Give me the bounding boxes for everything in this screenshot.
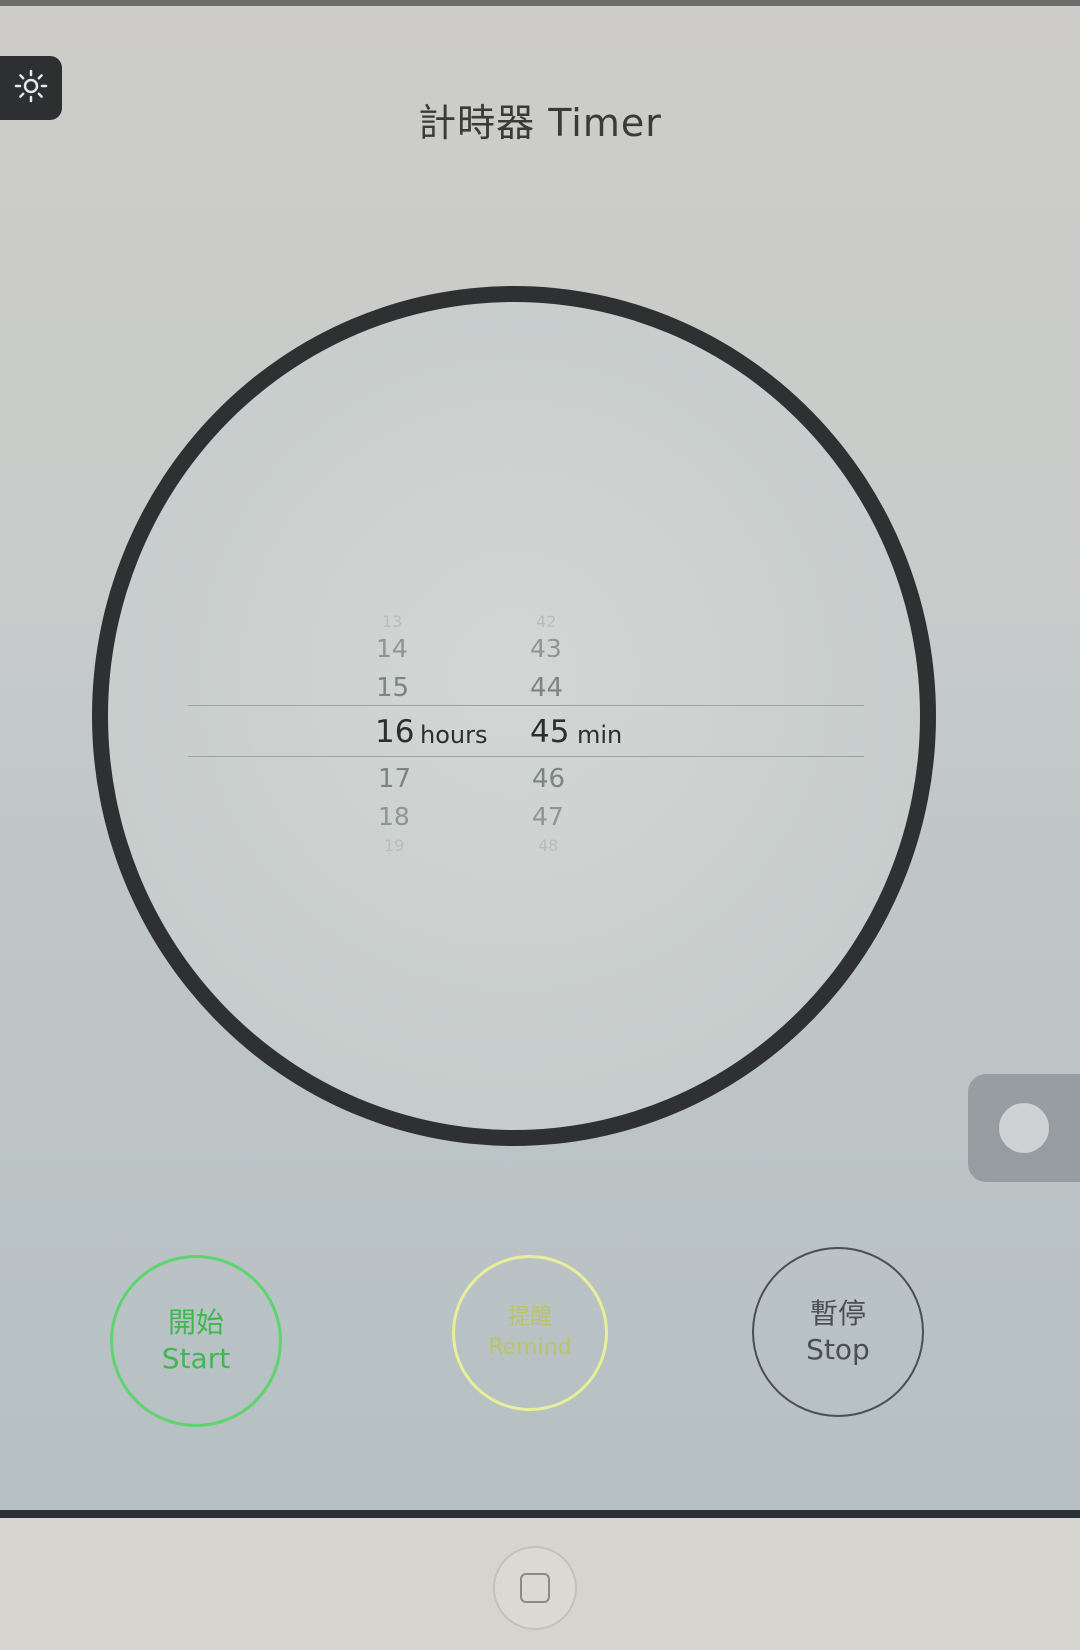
start-button[interactable]: 開始 Start xyxy=(110,1255,282,1427)
minutes-selected-value[interactable]: 45 xyxy=(530,714,569,750)
assistive-touch-button[interactable] xyxy=(968,1074,1080,1182)
app-screen: 計時器 Timer 13 14 15 16 17 18 19 hours 42 … xyxy=(0,0,1080,1518)
remind-label-zh: 提醒 xyxy=(507,1305,552,1330)
assistive-touch-icon xyxy=(999,1103,1049,1153)
top-edge xyxy=(0,0,1080,6)
home-button-icon xyxy=(520,1573,550,1603)
remind-label-en: Remind xyxy=(488,1335,572,1360)
hours-option[interactable]: 14 xyxy=(376,634,408,663)
start-label-en: Start xyxy=(161,1342,231,1375)
selection-line-top xyxy=(188,705,864,706)
minutes-unit-label: min xyxy=(577,721,623,749)
minutes-option[interactable]: 48 xyxy=(538,836,558,855)
hours-option[interactable]: 18 xyxy=(378,802,410,831)
stop-button[interactable]: 暫停 Stop xyxy=(752,1247,924,1417)
start-label-zh: 開始 xyxy=(167,1306,224,1339)
stop-label-en: Stop xyxy=(806,1333,870,1366)
home-button[interactable] xyxy=(493,1546,577,1630)
hours-option[interactable]: 13 xyxy=(382,612,402,631)
timer-dial xyxy=(92,286,936,1146)
minutes-option[interactable]: 47 xyxy=(532,802,564,831)
selection-line-bottom xyxy=(188,756,864,757)
hours-option[interactable]: 17 xyxy=(378,764,411,794)
hours-option[interactable]: 19 xyxy=(384,836,404,855)
minutes-option[interactable]: 43 xyxy=(530,634,562,663)
page-title: 計時器 Timer xyxy=(418,101,662,145)
hours-selected-value[interactable]: 16 xyxy=(375,714,414,750)
remind-button[interactable]: 提醒 Remind xyxy=(452,1255,608,1411)
minutes-option[interactable]: 42 xyxy=(536,612,556,631)
hours-option[interactable]: 15 xyxy=(376,673,409,703)
minutes-option[interactable]: 46 xyxy=(532,764,565,794)
stop-label-zh: 暫停 xyxy=(809,1297,866,1330)
minutes-option[interactable]: 44 xyxy=(530,673,563,703)
hours-unit-label: hours xyxy=(420,721,488,749)
